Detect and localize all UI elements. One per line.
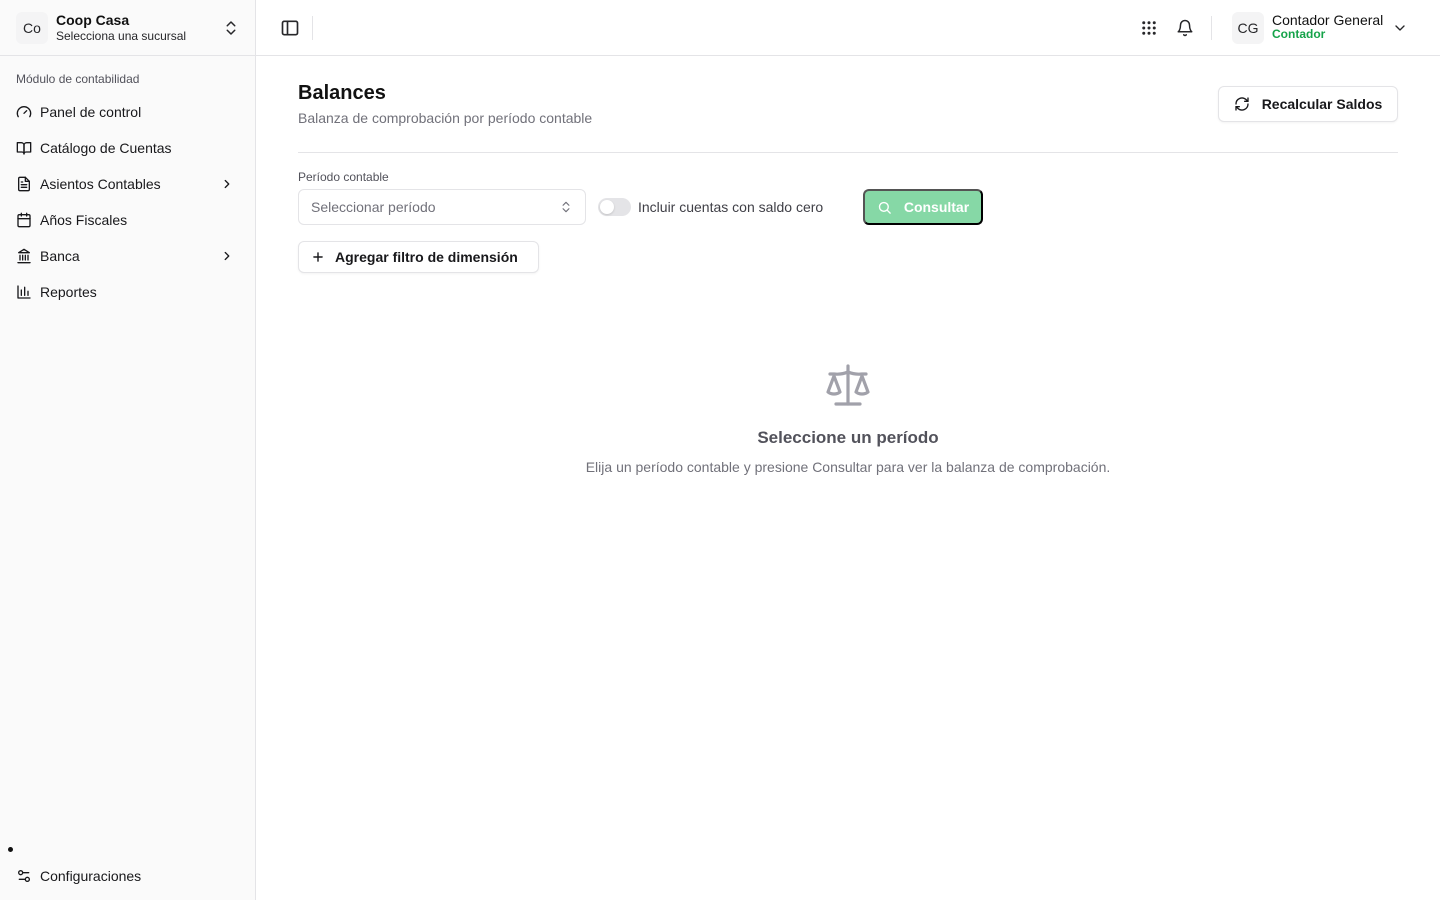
sidebar-item-reportes[interactable]: Reportes — [8, 276, 248, 308]
org-subtitle: Selecciona una sucursal — [56, 28, 187, 43]
chevron-right-icon — [220, 249, 234, 263]
divider — [298, 152, 1398, 153]
recalculate-label: Recalcular Saldos — [1261, 96, 1383, 112]
settings-sliders-icon — [16, 868, 32, 884]
user-menu[interactable]: Contador General Contador — [1272, 12, 1388, 42]
sidebar-item-label: Banca — [40, 248, 80, 264]
user-role: Contador — [1272, 27, 1326, 42]
consult-label: Consultar — [903, 199, 970, 215]
chevrons-up-down-icon — [559, 200, 573, 214]
recalculate-balances-button[interactable]: Recalcular Saldos — [1218, 86, 1398, 122]
scale-icon — [824, 364, 872, 406]
org-name: Coop Casa — [56, 11, 130, 28]
sidebar-item-catalogo-de-cuentas[interactable]: Catálogo de Cuentas — [8, 132, 248, 164]
sidebar-item-label: Reportes — [40, 284, 97, 300]
sidebar-item-anos-fiscales[interactable]: Años Fiscales — [8, 204, 248, 236]
sidebar-item-panel-de-control[interactable]: Panel de control — [8, 96, 248, 128]
topbar: CG Contador General Contador — [256, 0, 1440, 56]
sidebar-item-configuraciones[interactable]: Configuraciones — [8, 860, 248, 892]
plus-icon — [311, 250, 325, 264]
sidebar-item-label: Catálogo de Cuentas — [40, 140, 172, 156]
divider — [1211, 16, 1212, 40]
divider — [312, 16, 313, 40]
empty-state-title: Seleccione un período — [757, 428, 939, 447]
status-dot — [8, 847, 13, 852]
consult-button[interactable]: Consultar — [863, 189, 983, 225]
zero-balance-label: Incluir cuentas con saldo cero — [638, 199, 824, 215]
sidebar-item-label: Configuraciones — [40, 868, 142, 884]
landmark-icon — [16, 248, 32, 264]
chevron-down-icon[interactable] — [1392, 20, 1408, 36]
gauge-icon — [16, 104, 32, 120]
period-label: Período contable — [298, 170, 389, 184]
bell-icon[interactable] — [1176, 19, 1194, 37]
page-subtitle: Balanza de comprobación por período cont… — [298, 110, 593, 126]
sidebar-item-asientos-contables[interactable]: Asientos Contables — [8, 168, 248, 200]
sidebar: Co Coop Casa Selecciona una sucursal Mód… — [0, 0, 256, 900]
sidebar-item-label: Asientos Contables — [40, 176, 161, 192]
section-label: Módulo de contabilidad — [16, 72, 140, 86]
sidebar-toggle-icon[interactable] — [280, 18, 300, 38]
calendar-icon — [16, 212, 32, 228]
zero-balance-toggle[interactable] — [598, 198, 631, 216]
org-avatar: Co — [16, 11, 48, 44]
add-dimension-label: Agregar filtro de dimensión — [335, 249, 518, 265]
file-text-icon — [16, 176, 32, 192]
toggle-knob — [600, 200, 614, 214]
user-avatar[interactable]: CG — [1232, 12, 1264, 44]
period-select[interactable]: Seleccionar período — [298, 189, 586, 225]
refresh-icon — [1234, 96, 1250, 112]
bar-chart-icon — [16, 284, 32, 300]
page-title: Balances — [298, 82, 386, 104]
empty-state-text: Elija un período contable y presione Con… — [585, 459, 1111, 475]
chevrons-up-down-icon[interactable] — [222, 19, 240, 37]
chevron-right-icon — [220, 177, 234, 191]
org-switcher[interactable]: Co Coop Casa Selecciona una sucursal — [0, 0, 256, 56]
apps-grid-icon[interactable] — [1140, 19, 1158, 37]
search-icon — [877, 200, 892, 215]
sidebar-item-label: Años Fiscales — [40, 212, 128, 228]
sidebar-item-label: Panel de control — [40, 104, 142, 120]
book-open-icon — [16, 140, 32, 156]
add-dimension-filter-button[interactable]: Agregar filtro de dimensión — [298, 241, 539, 273]
sidebar-item-banca[interactable]: Banca — [8, 240, 248, 272]
period-placeholder: Seleccionar período — [311, 199, 436, 215]
user-name: Contador General — [1272, 12, 1384, 28]
